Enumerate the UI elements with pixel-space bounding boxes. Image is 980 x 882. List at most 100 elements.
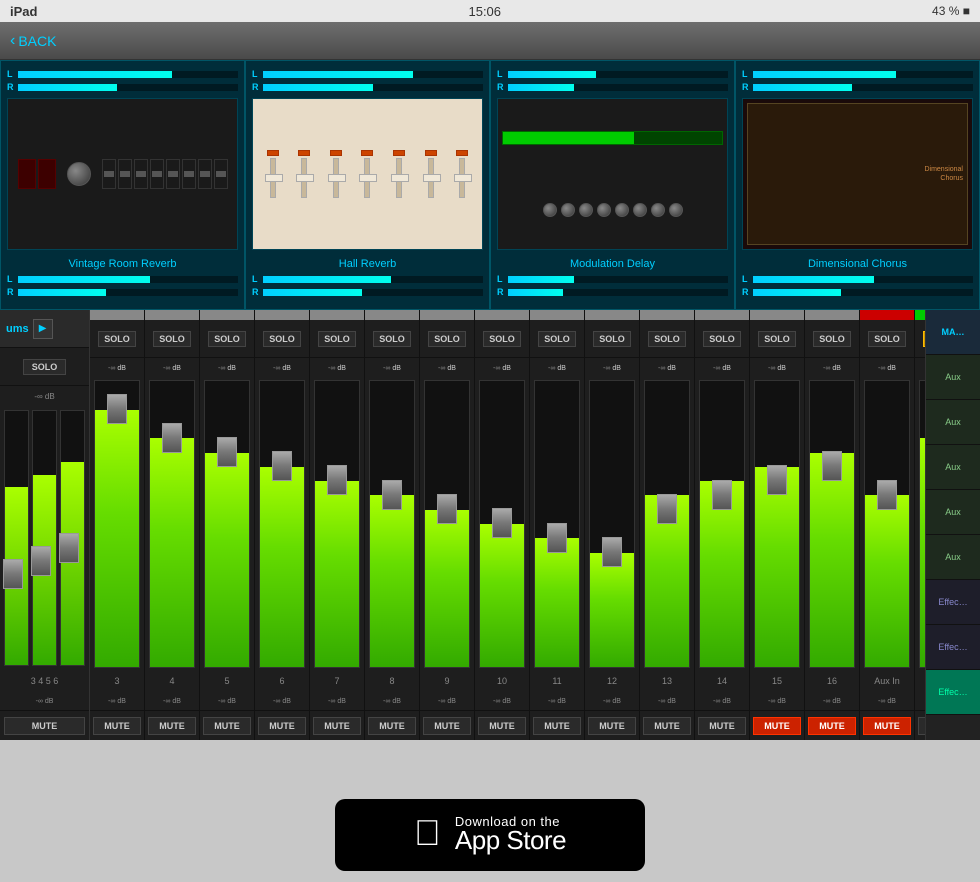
fader-handle[interactable] bbox=[272, 451, 292, 481]
mute-btn[interactable]: MUTE bbox=[423, 717, 472, 735]
mute-btn[interactable]: MUTE bbox=[698, 717, 747, 735]
sidebar-btn-3[interactable]: Aux bbox=[926, 445, 980, 490]
solo-btn[interactable]: SOLO bbox=[648, 331, 686, 347]
fader-handle[interactable] bbox=[877, 480, 897, 510]
db-bottom-row: -∞ dB bbox=[640, 692, 694, 710]
fader-handle[interactable] bbox=[327, 465, 347, 495]
solo-btn[interactable]: SOLO bbox=[263, 331, 301, 347]
fader-knob[interactable] bbox=[3, 559, 23, 589]
solo-btn[interactable]: SOLO bbox=[813, 331, 851, 347]
mute-btn[interactable]: MUTE bbox=[93, 717, 142, 735]
dc-device: Dimensional Chorus bbox=[743, 99, 972, 249]
back-button[interactable]: ‹ BACK bbox=[10, 32, 56, 50]
status-ipad: iPad bbox=[10, 4, 37, 19]
appstore-badge[interactable]:  Download on the App Store bbox=[335, 799, 645, 871]
color-strip bbox=[200, 310, 254, 320]
solo-btn[interactable]: SOLO bbox=[428, 331, 466, 347]
solo-btn[interactable]: SOLO bbox=[153, 331, 191, 347]
mute-btn[interactable]: MUTE bbox=[863, 717, 912, 735]
sidebar-btn-1[interactable]: Aux bbox=[926, 355, 980, 400]
mixer-channel: SOLO -∞ dB Aux In -∞ dB MUTE bbox=[860, 310, 915, 740]
vrr-knob[interactable] bbox=[67, 162, 91, 186]
fader-knob[interactable] bbox=[31, 546, 51, 576]
effect-device-hr[interactable] bbox=[252, 98, 483, 250]
effect-slot-vrr[interactable]: L R Vintage Room Reverb L bbox=[0, 60, 245, 310]
left-solo-btn[interactable]: SOLO bbox=[23, 359, 67, 375]
mixer-channel: SOLO -∞ dB 7 -∞ dB MUTE bbox=[310, 310, 365, 740]
solo-btn[interactable]: SOLO bbox=[208, 331, 246, 347]
fader-handle[interactable] bbox=[602, 537, 622, 567]
channel-num-row: 5 bbox=[200, 670, 254, 692]
solo-btn[interactable]: SOLO bbox=[703, 331, 741, 347]
fader-handle[interactable] bbox=[382, 480, 402, 510]
mute-btn[interactable]: MUTE bbox=[148, 717, 197, 735]
color-strip bbox=[530, 310, 584, 320]
solo-btn[interactable]: SOLO bbox=[318, 331, 356, 347]
mute-btn[interactable]: MUTE bbox=[368, 717, 417, 735]
effect-device-vrr[interactable] bbox=[7, 98, 238, 250]
db-row: -5 dB bbox=[915, 358, 925, 378]
mute-btn[interactable]: MUTE bbox=[203, 717, 252, 735]
solo-btn[interactable]: SOLO bbox=[538, 331, 576, 347]
solo-btn[interactable]: SOLO bbox=[868, 331, 906, 347]
fader-handle[interactable] bbox=[107, 394, 127, 424]
play-button[interactable]: ▶ bbox=[33, 319, 53, 339]
mute-btn[interactable]: MUTE bbox=[258, 717, 307, 735]
status-time: 15:06 bbox=[468, 4, 501, 19]
fader-handle[interactable] bbox=[712, 480, 732, 510]
sidebar-btn-8[interactable]: Effec… bbox=[926, 670, 980, 715]
effect-slot-md[interactable]: L R Modulation Delay L bbox=[490, 60, 735, 310]
color-strip bbox=[805, 310, 859, 320]
mute-btn[interactable]: MUTE bbox=[918, 717, 925, 735]
effect-slot-dc[interactable]: L R Dimensional Chorus Dimensional Choru… bbox=[735, 60, 980, 310]
solo-btn[interactable]: SOLO bbox=[758, 331, 796, 347]
fader-handle[interactable] bbox=[822, 451, 842, 481]
channel-num-row: 10 bbox=[475, 670, 529, 692]
fader-knob[interactable] bbox=[59, 533, 79, 563]
fader-area bbox=[475, 378, 529, 670]
md-device bbox=[498, 99, 727, 249]
sidebar-btn-6[interactable]: Effec… bbox=[926, 580, 980, 625]
solo-btn[interactable]: SOLO bbox=[373, 331, 411, 347]
mute-btn[interactable]: MUTE bbox=[588, 717, 637, 735]
mute-btn[interactable]: MUTE bbox=[313, 717, 362, 735]
solo-btn[interactable]: SOLO bbox=[98, 331, 136, 347]
sidebar-btn-2[interactable]: Aux bbox=[926, 400, 980, 445]
fader-handle[interactable] bbox=[492, 508, 512, 538]
sidebar-btn-4[interactable]: Aux bbox=[926, 490, 980, 535]
mute-row: MUTE bbox=[255, 710, 309, 740]
solo-row: SOLO bbox=[585, 320, 639, 358]
effect-slot-hr[interactable]: L R bbox=[245, 60, 490, 310]
solo-btn[interactable]: SOLO bbox=[483, 331, 521, 347]
left-mute-btn[interactable]: MUTE bbox=[4, 717, 84, 735]
channel-number: Aux In bbox=[874, 676, 900, 686]
mute-btn[interactable]: MUTE bbox=[808, 717, 857, 735]
sidebar-btn-0[interactable]: MA… bbox=[926, 310, 980, 355]
solo-row: SOLO bbox=[805, 320, 859, 358]
fader-handle[interactable] bbox=[217, 437, 237, 467]
fader-handle[interactable] bbox=[547, 523, 567, 553]
effects-panel: L R Vintage Room Reverb L bbox=[0, 60, 980, 310]
mute-btn[interactable]: MUTE bbox=[478, 717, 527, 735]
fader-handle[interactable] bbox=[162, 423, 182, 453]
effect-device-dc[interactable]: Dimensional Chorus bbox=[742, 98, 973, 250]
status-bar: iPad 15:06 43 % ■ bbox=[0, 0, 980, 22]
meter-row-top: L R bbox=[7, 69, 238, 92]
effect-device-md[interactable] bbox=[497, 98, 728, 250]
solo-row: SOLO bbox=[200, 320, 254, 358]
fader-handle[interactable] bbox=[657, 494, 677, 524]
channel-num-row: 13 bbox=[640, 670, 694, 692]
fader-handle[interactable] bbox=[437, 494, 457, 524]
mixer-channel: SOLO -5 dB FX 1 -5 dB MUTE bbox=[915, 310, 925, 740]
mute-btn[interactable]: MUTE bbox=[753, 717, 802, 735]
db-row: -∞ dB bbox=[805, 358, 859, 378]
solo-btn[interactable]: SOLO bbox=[593, 331, 631, 347]
sidebar-btn-5[interactable]: Aux bbox=[926, 535, 980, 580]
mute-btn[interactable]: MUTE bbox=[533, 717, 582, 735]
effect-name: Vintage Room Reverb bbox=[68, 258, 176, 270]
sidebar-btn-7[interactable]: Effec… bbox=[926, 625, 980, 670]
color-strip bbox=[365, 310, 419, 320]
effect-name: Modulation Delay bbox=[570, 258, 655, 270]
mute-btn[interactable]: MUTE bbox=[643, 717, 692, 735]
fader-handle[interactable] bbox=[767, 465, 787, 495]
